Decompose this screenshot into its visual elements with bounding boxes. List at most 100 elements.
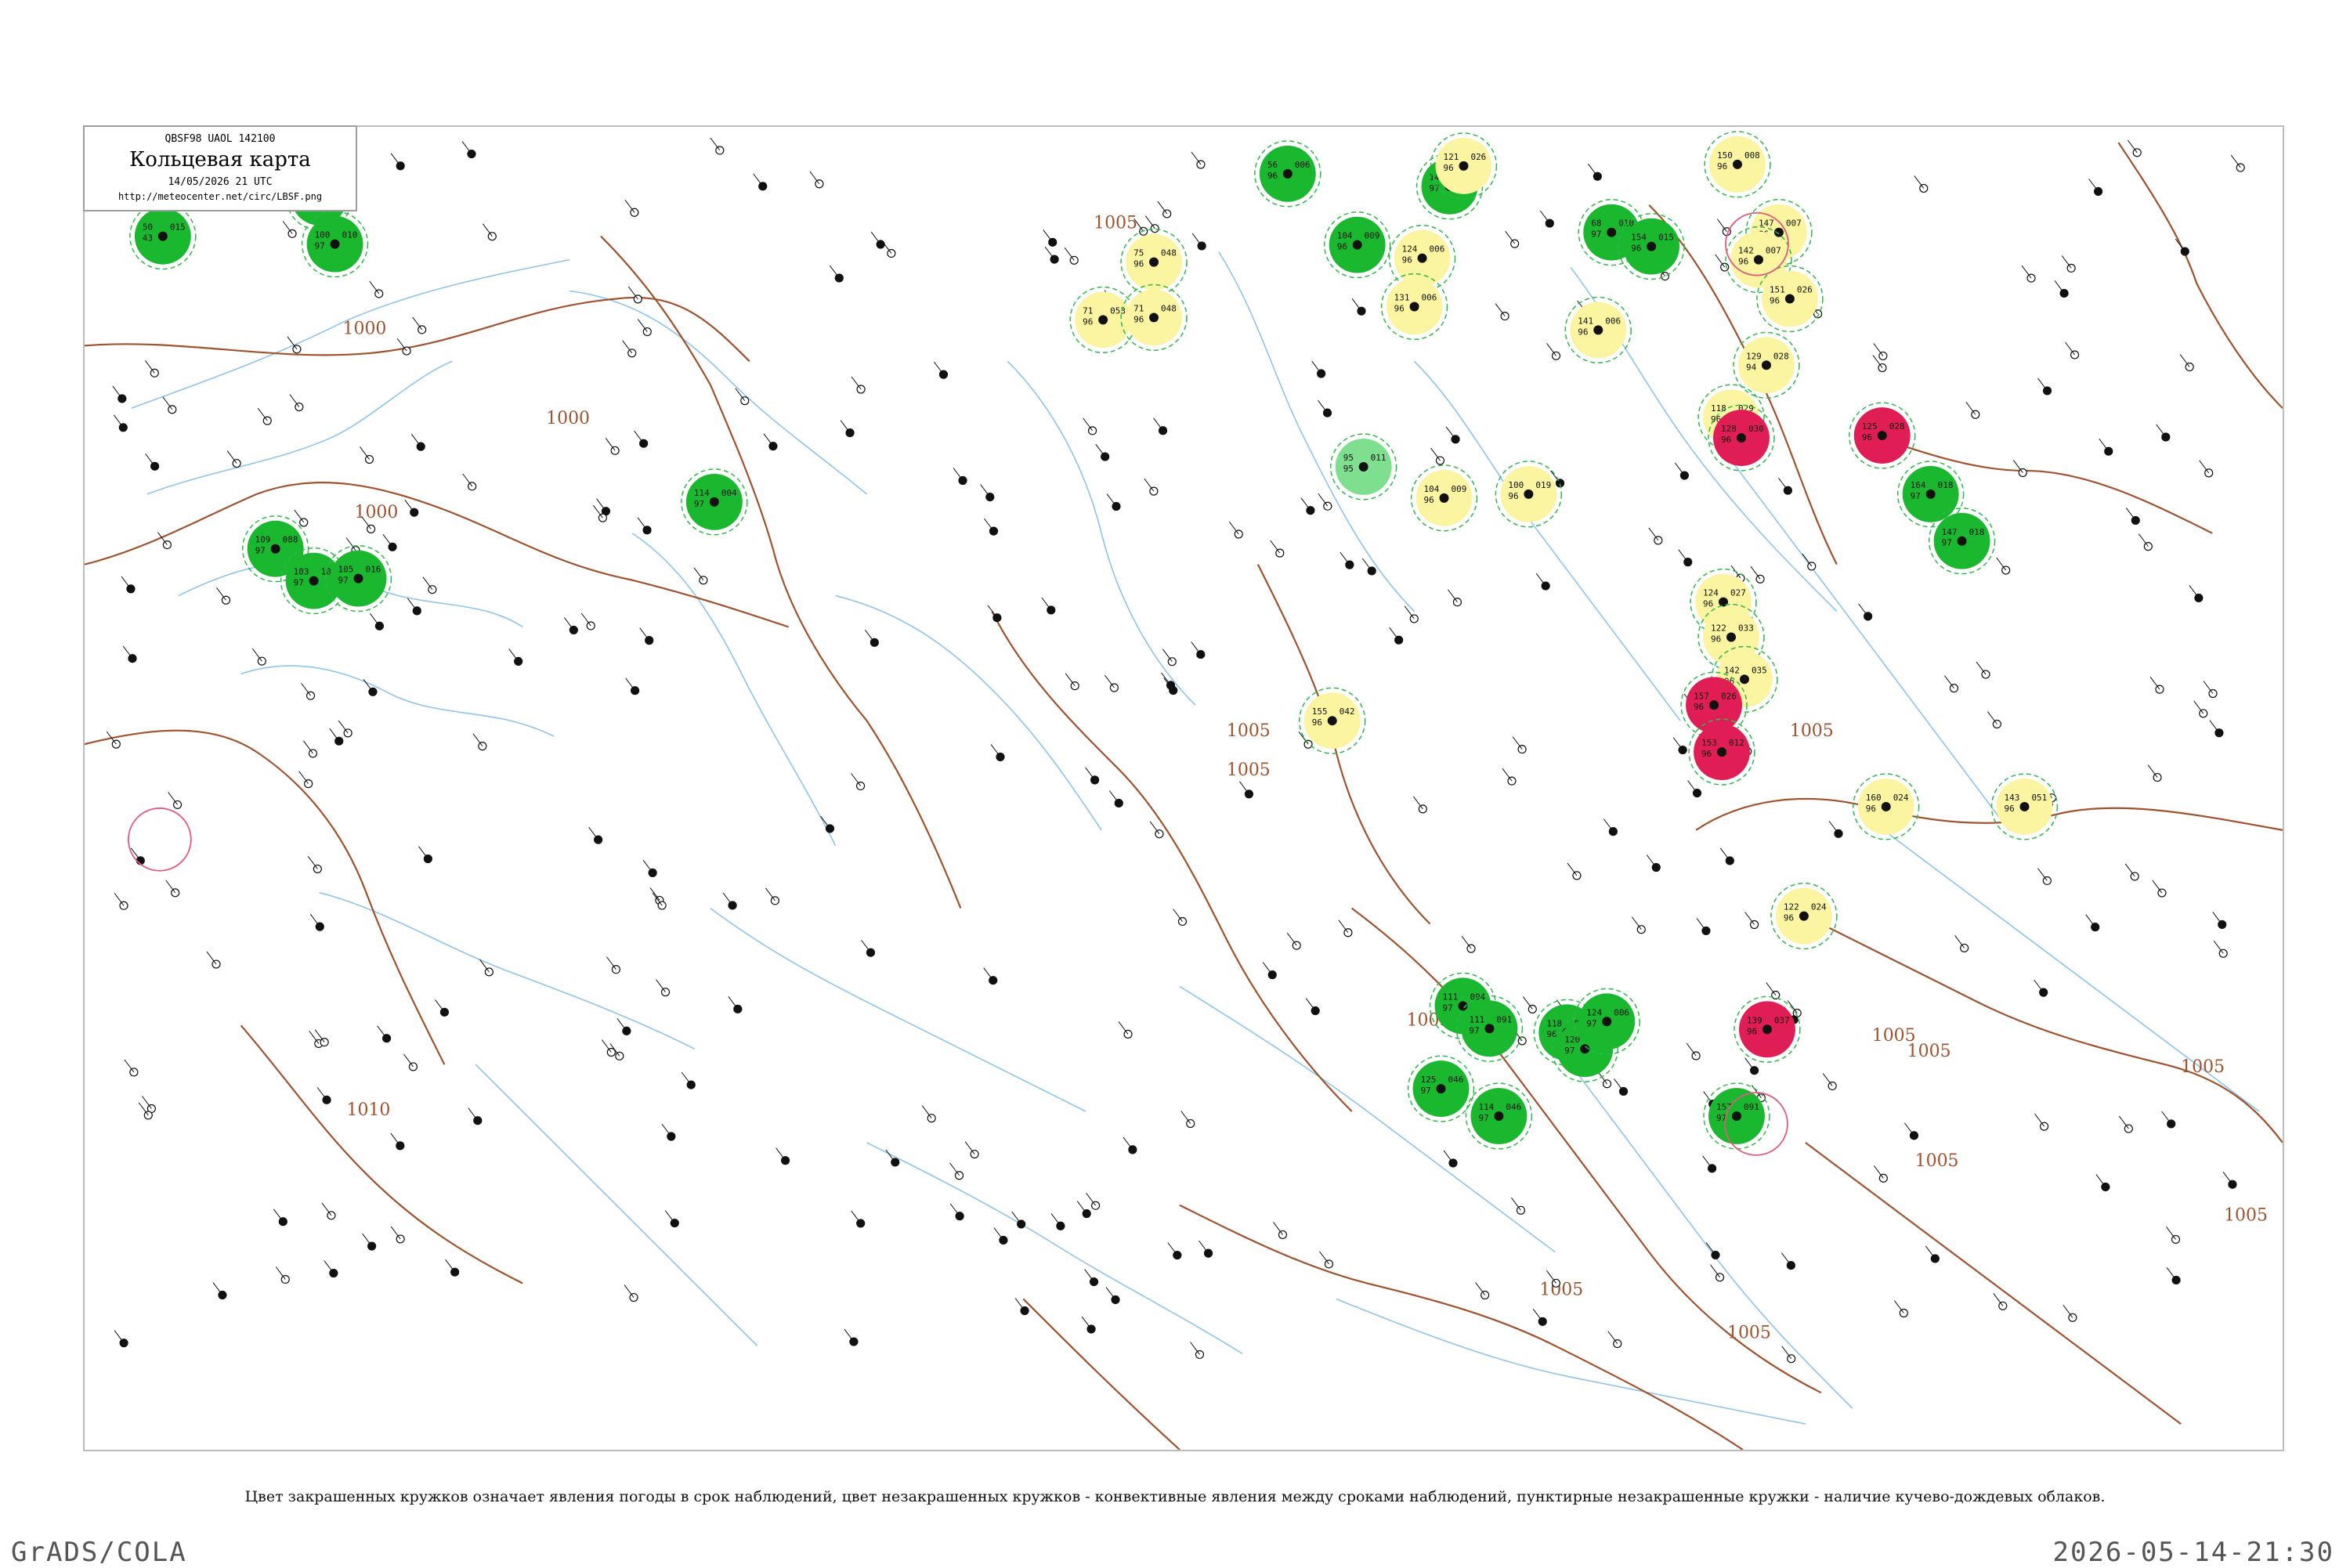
station-tendency: 006: [1605, 316, 1621, 326]
station-marker: [2203, 681, 2218, 699]
station-marker: [1777, 477, 1792, 495]
station-marker: [162, 396, 177, 414]
station-yellow-circle[interactable]: 7596 048: [1120, 228, 1188, 296]
station-yellow-circle[interactable]: 10496 009: [1410, 464, 1478, 532]
station-tendency: 042: [1340, 706, 1355, 717]
station-humidity: 96: [1083, 316, 1093, 327]
station-marker: [1318, 493, 1332, 511]
station-green-circle[interactable]: 10496 009: [1323, 211, 1391, 279]
station-marker: [2118, 1115, 2133, 1133]
station-marker: [1014, 1298, 1029, 1316]
station-marker: [1944, 675, 1959, 693]
station-marker: [2037, 868, 2052, 886]
station-pressure: 154: [1631, 233, 1647, 243]
station-humidity: 96: [2005, 804, 2015, 814]
station-marker: [2166, 1267, 2181, 1284]
station-pressure: 142: [1738, 246, 1754, 256]
station-marker: [1873, 1165, 1888, 1183]
map-frame[interactable]: 1000 1000 1000 1005 1005 1005 1005 1005 1005 1005…: [83, 125, 2284, 1451]
station-humidity: 96: [1701, 749, 1712, 759]
station-marker: [1191, 233, 1206, 251]
station-yellow-circle[interactable]: 10096 019: [1495, 461, 1563, 528]
station-yellow-circle[interactable]: 7196 048: [1120, 284, 1188, 352]
station-green-circle[interactable]: 14797 018: [1928, 508, 1996, 575]
station-marker: [1340, 551, 1354, 569]
station-green-circle[interactable]: 15496 015: [1618, 212, 1685, 280]
station-pressure: 118: [1711, 403, 1726, 414]
station-red-circle[interactable]: 12596 028: [1849, 402, 1916, 469]
station-humidity: 43: [143, 233, 153, 244]
station-yellow-circle[interactable]: 15196 026: [1756, 265, 1824, 333]
station-marker: [1351, 298, 1366, 316]
station-marker: [728, 996, 743, 1013]
station-humidity: 96: [1578, 327, 1588, 337]
station-humidity: 96: [1267, 171, 1278, 181]
station-green-circle[interactable]: 11497 004: [681, 468, 748, 536]
river-line: [569, 290, 868, 495]
synoptic-map[interactable]: 1000100010001005100510051005100510051005…: [85, 127, 2283, 1450]
station-green-circle[interactable]: 5696 006: [1254, 140, 1321, 208]
station-red-circle[interactable]: 15396 012: [1688, 718, 1755, 786]
station-marker: [114, 892, 128, 910]
station-marker: [722, 892, 737, 910]
station-pressure: 68: [1591, 219, 1601, 229]
station-green-circle[interactable]: 10097 010: [301, 210, 369, 278]
station-yellow-circle[interactable]: 12296 024: [1770, 882, 1838, 950]
station-green-circle[interactable]: 11497 046: [1465, 1082, 1533, 1150]
station-marker: [1262, 962, 1277, 980]
station-marker: [298, 771, 313, 789]
station-tendency: 004: [721, 488, 737, 498]
map-source-url[interactable]: http://meteocenter.net/circ/LBSF.png: [85, 191, 356, 202]
station-yellow-circle[interactable]: 12994 028: [1733, 331, 1800, 399]
station-marker: [404, 499, 419, 517]
station-yellow-circle[interactable]: 13196 006: [1380, 273, 1448, 341]
station-marker: [1286, 932, 1301, 950]
station-marker: [324, 1260, 338, 1278]
station-marker: [2156, 424, 2171, 442]
river-line: [631, 533, 837, 847]
station-marker: [990, 744, 1005, 761]
station-humidity: 96: [1402, 255, 1412, 266]
station-humidity: 97: [1478, 1113, 1488, 1123]
station-humidity: 97: [255, 546, 266, 556]
isobar-line: [1805, 1142, 2182, 1425]
station-tendency: 012: [1729, 738, 1744, 748]
station-yellow-circle[interactable]: 16096 024: [1853, 773, 1920, 840]
station-light_green-circle[interactable]: 9595 011: [1329, 433, 1397, 500]
station-pressure: 142: [1724, 665, 1740, 675]
station-marker: [212, 1282, 227, 1300]
station-marker: [809, 171, 824, 189]
station-pressure: 95: [1343, 453, 1354, 463]
station-tendency: 007: [1786, 219, 1802, 229]
station-marker: [462, 473, 477, 491]
station-red-circle[interactable]: 12896 030: [1708, 404, 1775, 471]
station-marker: [753, 173, 768, 191]
station-green-circle[interactable]: 11197 091: [1455, 995, 1524, 1062]
station-marker: [2085, 914, 2100, 932]
station-marker: [307, 856, 322, 873]
station-yellow-circle[interactable]: 15096 008: [1704, 131, 1771, 198]
station-green-circle[interactable]: 12597 046: [1407, 1055, 1475, 1122]
station-green-circle[interactable]: 5043 015: [129, 203, 197, 270]
station-humidity: 97: [1443, 1003, 1453, 1013]
station-yellow-circle[interactable]: 14196 006: [1564, 296, 1632, 364]
station-red-circle[interactable]: 13996 037: [1734, 995, 1801, 1063]
station-yellow-circle[interactable]: 14396 051: [1990, 773, 2059, 840]
station-pressure: 141: [1578, 316, 1593, 326]
station-tendency: 030: [1748, 424, 1764, 434]
station-marker: [949, 1203, 964, 1221]
station-green-circle[interactable]: 10597 016: [324, 544, 392, 612]
station-tendency: 008: [1744, 150, 1760, 161]
station-marker: [1716, 219, 1731, 237]
station-marker: [1475, 1282, 1490, 1300]
station-marker: [2189, 585, 2204, 603]
station-tendency: 009: [1452, 484, 1467, 494]
station-marker: [637, 319, 652, 337]
station-tendency: 051: [2031, 793, 2047, 803]
station-marker: [1108, 790, 1123, 808]
station-marker: [412, 316, 427, 334]
river-line: [1007, 360, 1196, 706]
station-marker: [407, 598, 421, 616]
station-humidity: 96: [1424, 495, 1434, 505]
station-humidity: 97: [1430, 183, 1440, 193]
